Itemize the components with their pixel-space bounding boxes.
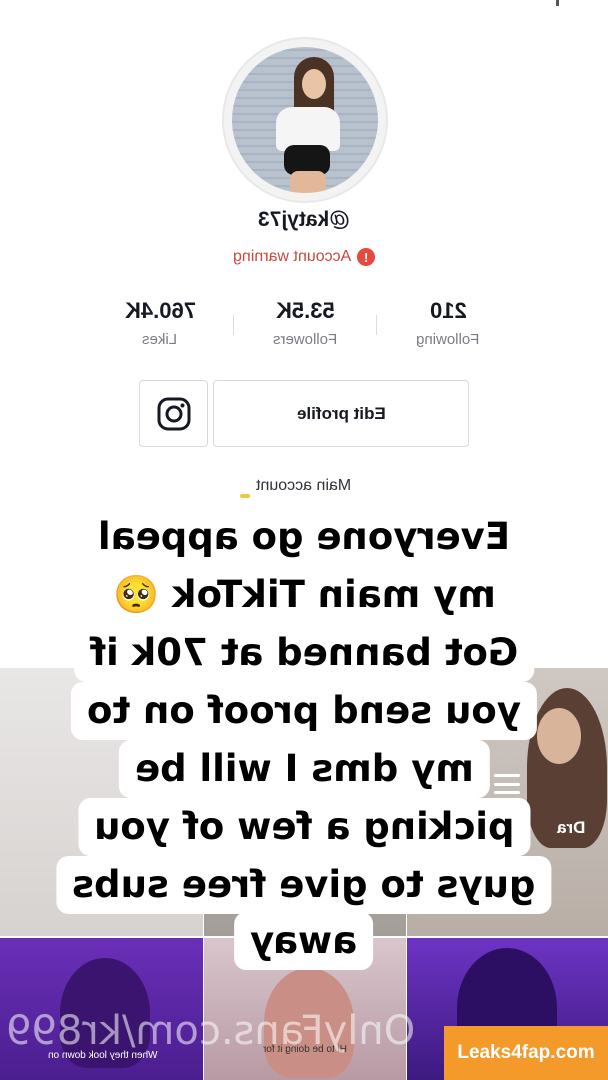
main-account-label: Main account (256, 477, 352, 494)
main-account-indicator (240, 494, 250, 498)
account-warning[interactable]: Account warning ! (0, 248, 608, 266)
username-text: @katyj73 (258, 208, 350, 231)
caption-line: my main TikTok 🥺 (0, 566, 608, 624)
likes-label: Likes (142, 331, 178, 348)
followers-count: 53.5K (275, 298, 335, 323)
warning-icon: ! (357, 248, 376, 266)
edit-profile-label: Edit profile (296, 403, 386, 423)
stat-following[interactable]: 210 Following (388, 298, 508, 348)
following-count: 210 (429, 298, 467, 323)
likes-count: 760.4K (124, 298, 196, 323)
edit-profile-button[interactable]: Edit profile (213, 380, 469, 447)
stat-likes[interactable]: 760.4K Likes (100, 298, 220, 348)
caption-line: guys to give free subs (0, 856, 608, 914)
stat-divider (376, 315, 377, 335)
username: @katyj73 (0, 208, 608, 232)
caption-line: my dms I will be (0, 740, 608, 798)
following-label: Following (416, 331, 480, 348)
avatar[interactable] (222, 37, 388, 203)
status-dot (556, 0, 559, 6)
site-badge: Leaks4fap.com (444, 1026, 608, 1080)
avatar-photo (232, 47, 378, 193)
stat-divider (233, 315, 234, 335)
stat-followers[interactable]: 53.5K Followers (245, 298, 365, 348)
instagram-icon (157, 397, 190, 430)
followers-label: Followers (272, 331, 338, 348)
caption-line: picking a few of you (0, 798, 608, 856)
instagram-button[interactable] (139, 380, 208, 447)
caption-line: Got banned at 70k if (0, 624, 608, 682)
caption-line: away (0, 912, 608, 970)
watermark: OnlyFans.com/kr899 (6, 1008, 416, 1054)
account-warning-label: Account warning (232, 248, 352, 265)
caption-line: Everyone go appeal (0, 508, 608, 566)
caption-line: you send proof on to (0, 682, 608, 740)
